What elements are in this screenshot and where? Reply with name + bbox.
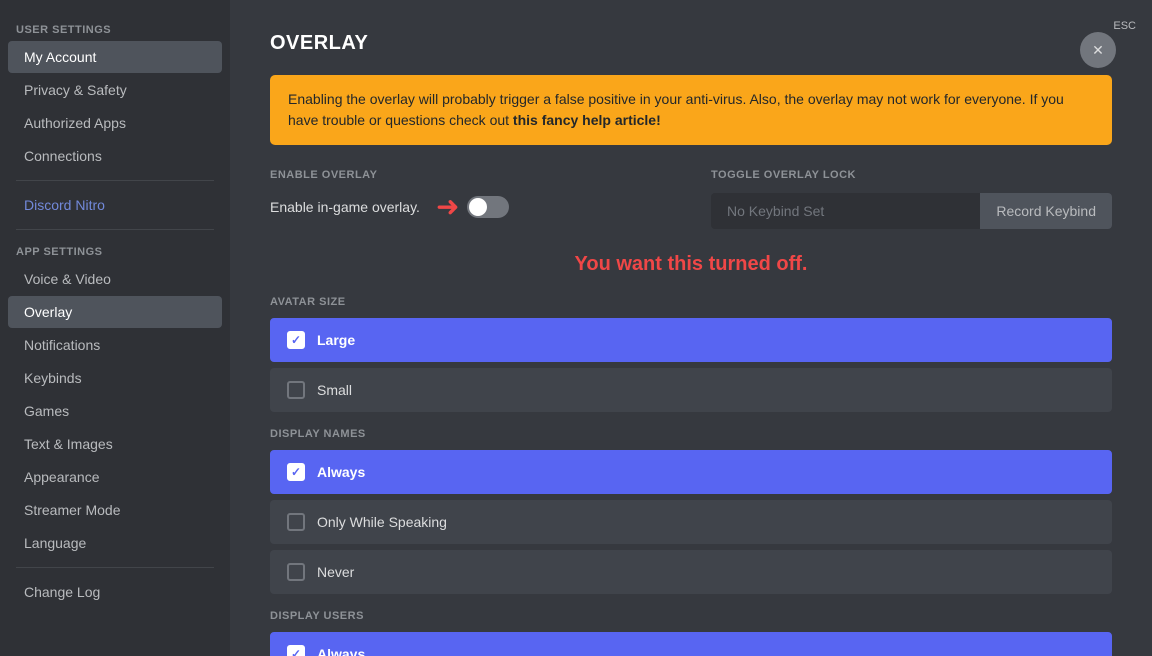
record-keybind-button[interactable]: Record Keybind	[980, 193, 1112, 229]
display-names-speaking-option[interactable]: Only While Speaking	[270, 500, 1112, 544]
display-names-always-option[interactable]: Always	[270, 450, 1112, 494]
warning-text: Enabling the overlay will probably trigg…	[288, 91, 1064, 128]
sidebar-item-label: Text & Images	[24, 436, 113, 452]
sidebar-item-connections[interactable]: Connections	[8, 140, 222, 172]
sidebar-item-label: Overlay	[24, 304, 72, 320]
avatar-large-label: Large	[317, 332, 355, 348]
keybind-placeholder: No Keybind Set	[711, 193, 980, 229]
toggle-label: Enable in-game overlay.	[270, 199, 420, 215]
sidebar-item-games[interactable]: Games	[8, 395, 222, 427]
display-users-always-option[interactable]: Always	[270, 632, 1112, 656]
enable-overlay-label: ENABLE OVERLAY	[270, 169, 671, 181]
sidebar-item-label: Change Log	[24, 584, 100, 600]
sidebar-divider-2	[16, 229, 214, 230]
page-title: OVERLAY	[270, 32, 1112, 55]
sidebar-item-notifications[interactable]: Notifications	[8, 329, 222, 361]
sidebar-item-label: Connections	[24, 148, 102, 164]
avatar-large-checkbox	[287, 331, 305, 349]
sidebar-item-label: Voice & Video	[24, 271, 111, 287]
sidebar-item-label: My Account	[24, 49, 96, 65]
display-users-label: DISPLAY USERS	[270, 610, 1112, 622]
keybind-area: No Keybind Set Record Keybind	[711, 193, 1112, 229]
sidebar-item-streamer-mode[interactable]: Streamer Mode	[8, 494, 222, 526]
sidebar-divider-3	[16, 567, 214, 568]
display-names-never-option[interactable]: Never	[270, 550, 1112, 594]
avatar-small-option[interactable]: Small	[270, 368, 1112, 412]
sidebar-item-label: Appearance	[24, 469, 100, 485]
sidebar-item-language[interactable]: Language	[8, 527, 222, 559]
sidebar-item-authorized-apps[interactable]: Authorized Apps	[8, 107, 222, 139]
overlay-toggle[interactable]	[467, 196, 509, 218]
display-names-always-checkbox	[287, 463, 305, 481]
sidebar-item-label: Keybinds	[24, 370, 82, 386]
sidebar-item-label: Games	[24, 403, 69, 419]
close-icon: ✕	[1092, 43, 1104, 57]
sidebar-item-overlay[interactable]: Overlay	[8, 296, 222, 328]
sidebar-item-discord-nitro[interactable]: Discord Nitro	[8, 189, 222, 221]
sidebar-item-my-account[interactable]: My Account	[8, 41, 222, 73]
toggle-lock-label: TOGGLE OVERLAY LOCK	[711, 169, 1112, 181]
sidebar-item-text-images[interactable]: Text & Images	[8, 428, 222, 460]
avatar-large-option[interactable]: Large	[270, 318, 1112, 362]
arrow-right-icon: ➜	[436, 193, 459, 221]
sidebar-item-label: Discord Nitro	[24, 197, 105, 213]
toggle-knob	[469, 198, 487, 216]
warning-banner: Enabling the overlay will probably trigg…	[270, 75, 1112, 145]
enable-overlay-col: ENABLE OVERLAY Enable in-game overlay. ➜	[270, 169, 671, 229]
annotation-text: You want this turned off.	[270, 253, 1112, 276]
sidebar-item-label: Privacy & Safety	[24, 82, 127, 98]
display-names-speaking-label: Only While Speaking	[317, 514, 447, 530]
sidebar-item-appearance[interactable]: Appearance	[8, 461, 222, 493]
toggle-lock-col: TOGGLE OVERLAY LOCK No Keybind Set Recor…	[711, 169, 1112, 229]
sidebar-item-label: Authorized Apps	[24, 115, 126, 131]
display-names-speaking-checkbox	[287, 513, 305, 531]
avatar-size-label: AVATAR SIZE	[270, 296, 1112, 308]
sidebar-item-privacy-safety[interactable]: Privacy & Safety	[8, 74, 222, 106]
sidebar-divider-1	[16, 180, 214, 181]
display-names-always-label: Always	[317, 464, 365, 480]
sidebar-item-label: Language	[24, 535, 86, 551]
settings-row: ENABLE OVERLAY Enable in-game overlay. ➜…	[270, 169, 1112, 229]
sidebar: USER SETTINGS My Account Privacy & Safet…	[0, 0, 230, 656]
arrow-annotation: ➜	[436, 193, 509, 221]
enable-row: Enable in-game overlay. ➜	[270, 193, 671, 221]
user-settings-label: USER SETTINGS	[0, 16, 230, 40]
display-users-always-checkbox	[287, 645, 305, 656]
avatar-small-label: Small	[317, 382, 352, 398]
display-names-label: DISPLAY NAMES	[270, 428, 1112, 440]
app-settings-label: APP SETTINGS	[0, 238, 230, 262]
sidebar-item-label: Streamer Mode	[24, 502, 120, 518]
display-names-never-checkbox	[287, 563, 305, 581]
sidebar-item-voice-video[interactable]: Voice & Video	[8, 263, 222, 295]
sidebar-item-change-log[interactable]: Change Log	[8, 576, 222, 608]
esc-label: ESC	[1113, 20, 1136, 32]
display-users-always-label: Always	[317, 646, 365, 656]
display-names-never-label: Never	[317, 564, 354, 580]
main-content: ✕ ESC OVERLAY Enabling the overlay will …	[230, 0, 1152, 656]
warning-link[interactable]: this fancy help article!	[513, 112, 661, 128]
sidebar-item-label: Notifications	[24, 337, 100, 353]
avatar-small-checkbox	[287, 381, 305, 399]
sidebar-item-keybinds[interactable]: Keybinds	[8, 362, 222, 394]
esc-container: ✕ ESC	[1113, 16, 1136, 32]
close-button[interactable]: ✕	[1080, 32, 1116, 68]
